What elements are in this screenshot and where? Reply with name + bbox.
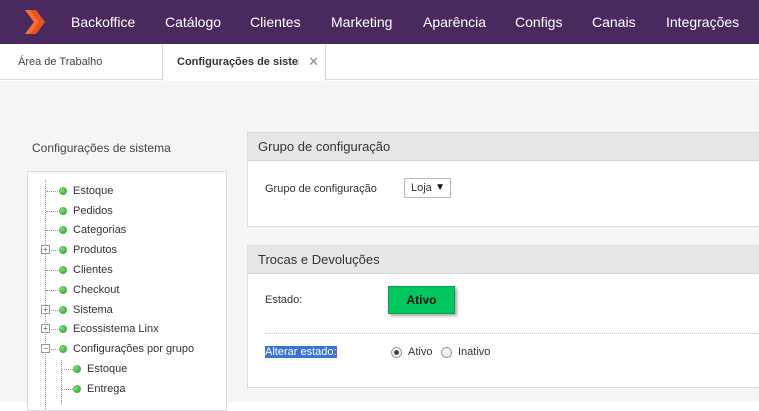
tree-item-label: Checkout	[73, 284, 120, 296]
status-dot-icon	[59, 345, 67, 353]
status-dot-icon	[59, 226, 67, 234]
tree-item-sistema[interactable]: + Sistema	[28, 301, 218, 319]
config-tree: Estoque Pedidos Categorias + Produtos Cl…	[27, 171, 227, 411]
status-dot-icon	[73, 385, 81, 393]
status-dot-icon	[59, 286, 67, 294]
tree-connector	[46, 211, 58, 212]
returns-panel: Trocas e Devoluções Estado: Ativo Altera…	[247, 245, 759, 388]
radio-label: Inativo	[458, 346, 491, 358]
tree-connector	[46, 230, 58, 231]
status-dot-icon	[59, 306, 67, 314]
panel-title: Trocas e Devoluções	[248, 246, 759, 274]
tree-item-categorias[interactable]: Categorias	[28, 221, 218, 239]
tree-item-label: Sistema	[73, 304, 113, 316]
nav-aparencia[interactable]: Aparência	[423, 0, 486, 44]
nav-integracoes[interactable]: Integrações	[666, 0, 739, 44]
tree-item-clientes[interactable]: Clientes	[28, 261, 218, 279]
panel-title: Grupo de configuração	[248, 133, 759, 161]
tree-item-pedidos[interactable]: Pedidos	[28, 202, 218, 220]
tree-connector	[46, 270, 58, 271]
tree-item-label: Estoque	[87, 363, 128, 375]
status-dot-icon	[59, 187, 67, 195]
tree-item-entrega[interactable]: Entrega	[28, 380, 218, 398]
status-label: Estado:	[265, 294, 303, 306]
tree-item-produtos[interactable]: + Produtos	[28, 241, 218, 259]
select-value: Loja	[411, 182, 432, 194]
tree-connector	[62, 369, 73, 370]
config-group-select[interactable]: Loja ▼	[404, 178, 451, 198]
main-content: Configurações de sistema Estoque Pedidos…	[0, 81, 759, 411]
nav-canais[interactable]: Canais	[592, 0, 636, 44]
status-dot-icon	[59, 266, 67, 274]
expand-icon[interactable]: +	[41, 305, 50, 314]
tree-item-estoque[interactable]: Estoque	[28, 182, 218, 200]
status-active-badge[interactable]: Ativo	[388, 286, 455, 314]
tree-item-checkout[interactable]: Checkout	[28, 281, 218, 299]
status-dot-icon	[73, 365, 81, 373]
config-group-panel: Grupo de configuração Grupo de configura…	[247, 132, 759, 227]
tree-item-label: Entrega	[87, 383, 126, 395]
tree-item-ecossistema-linx[interactable]: + Ecossistema Linx	[28, 320, 218, 338]
radio-selected-icon	[391, 347, 402, 358]
tree-item-label: Estoque	[73, 185, 114, 197]
tree-connector	[62, 389, 73, 390]
tab-bar: Área de Trabalho Configurações de sistem…	[0, 44, 759, 81]
nav-catalogo[interactable]: Catálogo	[165, 0, 221, 44]
nav-configs[interactable]: Configs	[515, 0, 562, 44]
tree-connector	[46, 191, 58, 192]
tree-item-label: Configurações por grupo	[73, 343, 195, 355]
logo-icon[interactable]	[22, 8, 48, 36]
divider	[265, 333, 759, 334]
tree-item-label: Produtos	[73, 244, 118, 256]
tree-item-label: Ecossistema Linx	[73, 323, 159, 335]
tree-item-label: Categorias	[73, 224, 127, 236]
status-dot-icon	[59, 325, 67, 333]
tree-item-estoque-grupo[interactable]: Estoque	[28, 360, 218, 378]
nav-marketing[interactable]: Marketing	[331, 0, 392, 44]
radio-label: Ativo	[408, 346, 433, 358]
status-dot-icon	[59, 207, 67, 215]
close-icon[interactable]: ✕	[308, 44, 319, 80]
tree-connector	[46, 290, 58, 291]
radio-unselected-icon	[441, 347, 452, 358]
tab-configuracoes-sistema[interactable]: Configurações de sistema ✕	[162, 44, 326, 81]
tree-item-label: Pedidos	[73, 205, 113, 217]
nav-clientes[interactable]: Clientes	[250, 0, 301, 44]
collapse-icon[interactable]: −	[41, 344, 50, 353]
sidebar-title: Configurações de sistema	[32, 141, 171, 155]
tab-label: Configurações de sistema	[177, 56, 299, 68]
caret-down-icon: ▼	[435, 182, 445, 193]
tree-item-configuracoes-por-grupo[interactable]: − Configurações por grupo	[28, 340, 218, 358]
expand-icon[interactable]: +	[41, 324, 50, 333]
config-group-label: Grupo de configuração	[265, 183, 377, 195]
status-dot-icon	[59, 246, 67, 254]
expand-icon[interactable]: +	[41, 245, 50, 254]
tab-area-de-trabalho[interactable]: Área de Trabalho	[18, 44, 102, 80]
change-status-label: Alterar estado:	[265, 346, 337, 358]
top-navigation: Backoffice Catálogo Clientes Marketing A…	[0, 0, 759, 44]
tree-item-label: Clientes	[73, 264, 113, 276]
nav-backoffice[interactable]: Backoffice	[71, 0, 135, 44]
